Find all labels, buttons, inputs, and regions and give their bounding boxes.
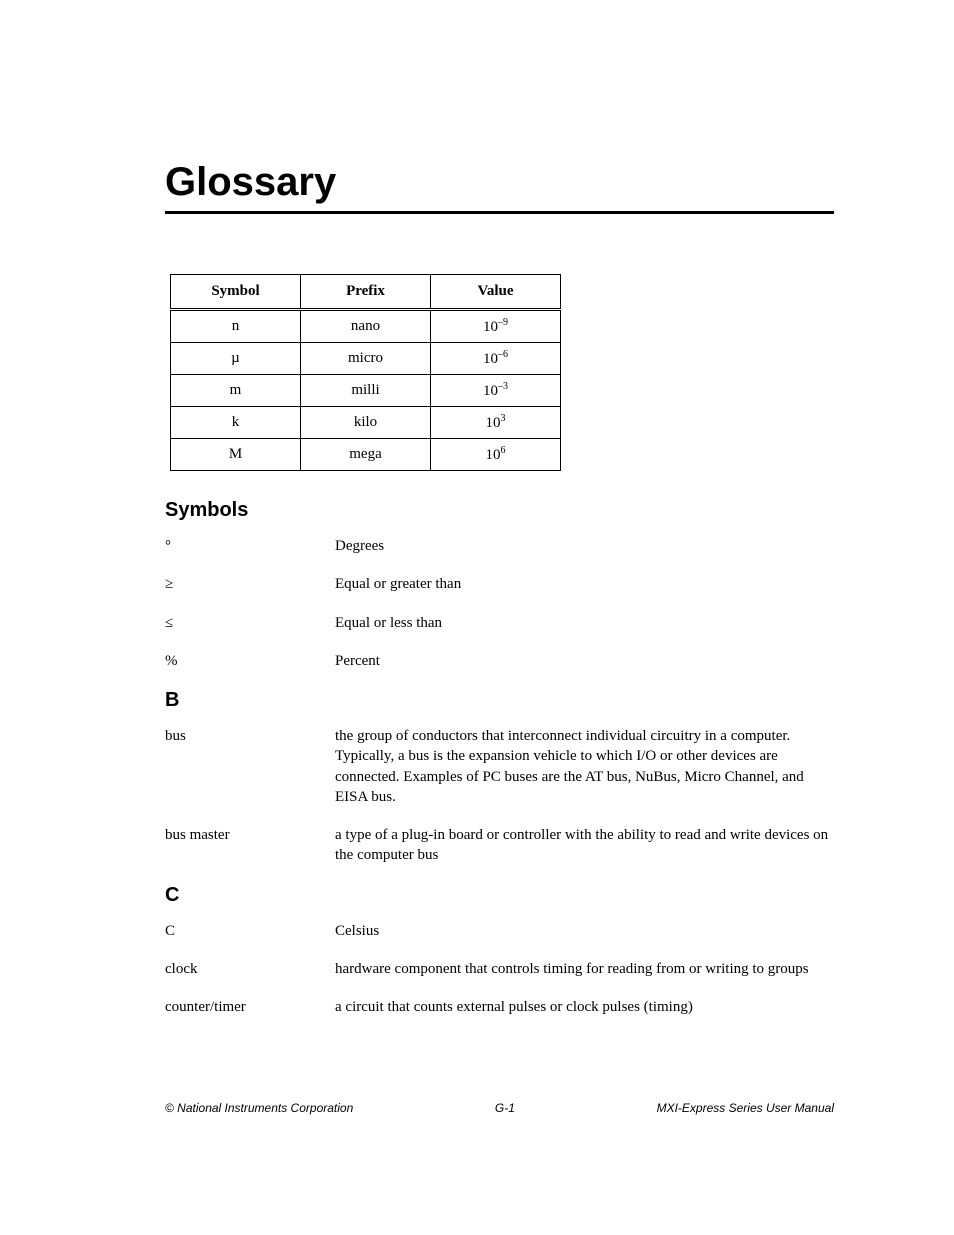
cell-symbol: M xyxy=(171,439,301,471)
table-row: n nano 10–9 xyxy=(171,310,561,343)
glossary-entry: ≥ Equal or greater than xyxy=(165,574,834,594)
cell-symbol: µ xyxy=(171,343,301,375)
glossary-entry: ° Degrees xyxy=(165,536,834,556)
glossary-entry: % Percent xyxy=(165,651,834,671)
cell-value: 10–6 xyxy=(431,343,561,375)
definition: Degrees xyxy=(335,536,834,556)
definition: Celsius xyxy=(335,921,834,941)
prefix-table: Symbol Prefix Value n nano 10–9 µ micro … xyxy=(170,274,561,471)
section-heading-symbols: Symbols xyxy=(165,499,834,522)
cell-symbol: m xyxy=(171,375,301,407)
cell-prefix: milli xyxy=(301,375,431,407)
definition: Percent xyxy=(335,651,834,671)
section-heading-b: B xyxy=(165,689,834,712)
term: counter/timer xyxy=(165,997,335,1017)
cell-prefix: nano xyxy=(301,310,431,343)
header-value: Value xyxy=(431,275,561,310)
definition: a circuit that counts external pulses or… xyxy=(335,997,834,1017)
page-footer: © National Instruments Corporation G-1 M… xyxy=(165,1101,834,1115)
term: clock xyxy=(165,959,335,979)
definition: Equal or greater than xyxy=(335,574,834,594)
definition: Equal or less than xyxy=(335,613,834,633)
table-row: m milli 10–3 xyxy=(171,375,561,407)
glossary-entry: C Celsius xyxy=(165,921,834,941)
header-prefix: Prefix xyxy=(301,275,431,310)
cell-prefix: kilo xyxy=(301,407,431,439)
glossary-entry: ≤ Equal or less than xyxy=(165,613,834,633)
footer-right: MXI-Express Series User Manual xyxy=(657,1101,834,1115)
glossary-entry: bus master a type of a plug-in board or … xyxy=(165,825,834,866)
term: ° xyxy=(165,536,335,556)
cell-value: 10–9 xyxy=(431,310,561,343)
cell-value: 103 xyxy=(431,407,561,439)
table-header-row: Symbol Prefix Value xyxy=(171,275,561,310)
section-heading-c: C xyxy=(165,884,834,907)
term: C xyxy=(165,921,335,941)
cell-prefix: mega xyxy=(301,439,431,471)
header-symbol: Symbol xyxy=(171,275,301,310)
term: bus xyxy=(165,726,335,746)
term: ≥ xyxy=(165,574,335,594)
cell-prefix: micro xyxy=(301,343,431,375)
page-title: Glossary xyxy=(165,160,834,214)
footer-center: G-1 xyxy=(495,1101,515,1115)
table-row: M mega 106 xyxy=(171,439,561,471)
term: bus master xyxy=(165,825,335,845)
definition: the group of conductors that interconnec… xyxy=(335,726,834,807)
table-row: k kilo 103 xyxy=(171,407,561,439)
definition: hardware component that controls timing … xyxy=(335,959,834,979)
definition: a type of a plug-in board or controller … xyxy=(335,825,834,866)
term: ≤ xyxy=(165,613,335,633)
glossary-entry: bus the group of conductors that interco… xyxy=(165,726,834,807)
table-row: µ micro 10–6 xyxy=(171,343,561,375)
footer-left: © National Instruments Corporation xyxy=(165,1101,353,1115)
glossary-entry: counter/timer a circuit that counts exte… xyxy=(165,997,834,1017)
cell-value: 10–3 xyxy=(431,375,561,407)
term: % xyxy=(165,651,335,671)
cell-value: 106 xyxy=(431,439,561,471)
page-content: Glossary Symbol Prefix Value n nano 10–9… xyxy=(0,0,954,1017)
cell-symbol: k xyxy=(171,407,301,439)
glossary-entry: clock hardware component that controls t… xyxy=(165,959,834,979)
cell-symbol: n xyxy=(171,310,301,343)
